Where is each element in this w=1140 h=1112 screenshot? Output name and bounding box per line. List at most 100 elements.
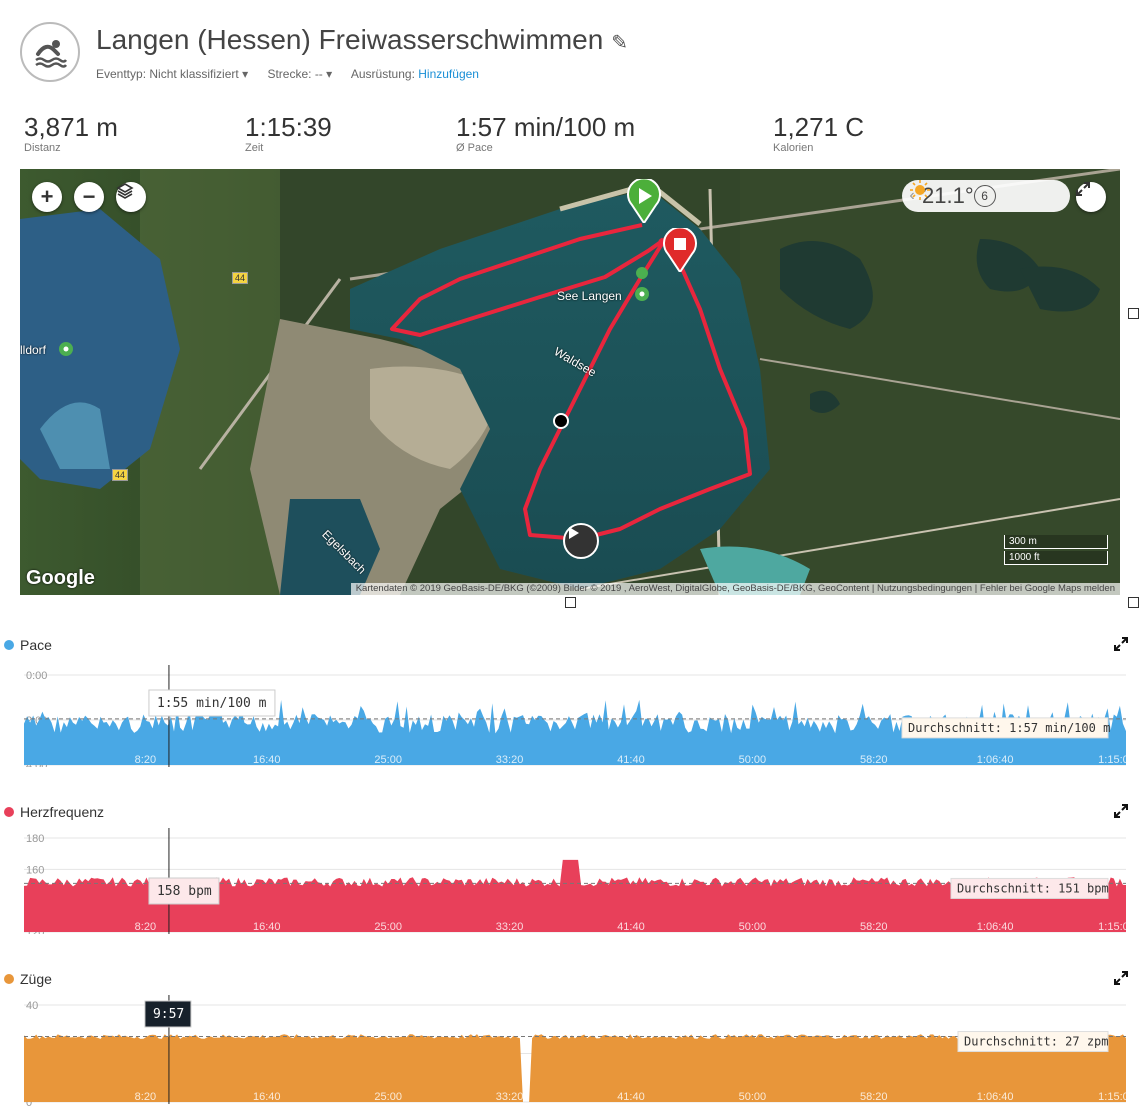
x-tick-label: 1:06:40 [977, 921, 1014, 933]
edit-pencil-icon[interactable]: ✎ [611, 32, 628, 54]
x-tick-label: 58:20 [860, 754, 888, 766]
scale-metric: 300 m [1004, 535, 1108, 549]
scale-imperial: 1000 ft [1004, 551, 1108, 565]
x-tick-label: 25:00 [374, 1091, 402, 1103]
caret-down-icon: ▾ [242, 67, 249, 81]
route-map[interactable]: See Langen Waldsee lldorf Egelsbach 44 4… [20, 169, 1120, 595]
attribution-text: Kartendaten © 2019 GeoBasis-DE/BKG (©200… [355, 583, 870, 594]
activity-header: Langen (Hessen) Freiwasserschwimmen ✎ Eve… [20, 22, 1120, 92]
resize-handle[interactable] [1128, 308, 1139, 319]
strokes-chart: Züge 402008:2016:4025:0033:2041:4050:005… [0, 971, 1140, 1106]
activity-meta: Eventtyp: Nicht klassifiziert ▾ Strecke:… [96, 67, 479, 81]
road-sign-44: 44 [232, 272, 249, 284]
stat-value: 1:15:39 [245, 112, 332, 142]
resize-handle[interactable] [1128, 597, 1139, 608]
x-tick-label: 58:20 [860, 1091, 888, 1103]
average-label: Durchschnitt: 27 zpm [964, 1035, 1109, 1049]
event-type-dropdown[interactable]: Nicht klassifiziert ▾ [149, 67, 248, 81]
weather-widget: ‹ 21.1° 6 [902, 180, 1070, 212]
strokes-plot[interactable]: 402008:2016:4025:0033:2041:4050:0058:201… [0, 971, 1140, 1106]
y-tick-label: 180 [26, 833, 44, 845]
y-tick-label: 0:00 [26, 670, 47, 682]
heart-rate-plot[interactable]: 1801601401208:2016:4025:0033:2041:4050:0… [0, 804, 1140, 934]
x-tick-label: 41:40 [617, 1091, 645, 1103]
add-gear-link[interactable]: Hinzufügen [418, 67, 479, 81]
pace-chart: Pace 0:002:004:008:2016:4025:0033:2041:4… [0, 637, 1140, 767]
stat-label: Ø Pace [456, 142, 493, 154]
x-tick-label: 33:20 [496, 754, 524, 766]
map-attribution: Kartendaten © 2019 GeoBasis-DE/BKG (©200… [350, 583, 1120, 595]
map-label-lake: See Langen [557, 289, 622, 303]
minus-icon: − [82, 184, 96, 209]
stat-label: Distanz [24, 142, 61, 154]
stat-value: 3,871 m [24, 112, 118, 142]
play-button[interactable] [563, 523, 599, 559]
x-tick-label: 41:40 [617, 754, 645, 766]
cursor-tooltip: 9:57 [153, 1007, 184, 1022]
zoom-in-button[interactable]: + [32, 182, 62, 212]
x-tick-label: 1:06:40 [977, 1091, 1014, 1103]
layers-icon [116, 183, 134, 199]
wind-icon: 6 [973, 185, 996, 207]
x-tick-label: 16:40 [253, 921, 281, 933]
event-type-label: Eventtyp: [96, 67, 147, 81]
cursor-tooltip: 158 bpm [157, 884, 212, 899]
stat-label: Kalorien [773, 142, 814, 154]
x-tick-label: 8:20 [135, 1091, 156, 1103]
stat-distance: 3,871 m Distanz [24, 112, 118, 154]
x-tick-label: 1:06:40 [977, 754, 1014, 766]
event-type-value: Nicht klassifiziert [149, 67, 239, 81]
x-tick-label: 41:40 [617, 921, 645, 933]
heart-rate-chart: Herzfrequenz 1801601401208:2016:4025:003… [0, 804, 1140, 934]
end-marker-icon[interactable] [663, 228, 697, 272]
current-position-marker [553, 413, 569, 429]
activity-title: Langen (Hessen) Freiwasserschwimmen ✎ [96, 24, 628, 56]
x-tick-label: 50:00 [739, 921, 767, 933]
x-tick-label: 25:00 [374, 754, 402, 766]
layers-button[interactable] [116, 182, 146, 212]
stat-value: 1:57 min/100 m [456, 112, 636, 142]
road-sign-44: 44 [112, 469, 129, 481]
average-label: Durchschnitt: 1:57 min/100 m [908, 721, 1110, 735]
swimming-icon [20, 22, 80, 82]
caret-down-icon: ▾ [326, 67, 333, 81]
start-marker-icon[interactable] [627, 179, 661, 223]
x-tick-label: 33:20 [496, 1091, 524, 1103]
expand-icon [1076, 182, 1090, 196]
fullscreen-button[interactable] [1076, 182, 1106, 212]
stat-calories: 1,271 C Kalorien [773, 112, 864, 154]
resize-handle[interactable] [565, 597, 576, 608]
zoom-out-button[interactable]: − [74, 182, 104, 212]
x-tick-label: 58:20 [860, 921, 888, 933]
activity-title-text: Langen (Hessen) Freiwasserschwimmen [96, 24, 604, 55]
report-error-link[interactable]: Fehler bei Google Maps melden [980, 583, 1115, 594]
google-logo: Google [26, 567, 95, 589]
pace-plot[interactable]: 0:002:004:008:2016:4025:0033:2041:4050:0… [0, 637, 1140, 767]
x-tick-label: 50:00 [739, 754, 767, 766]
x-tick-label: 1:15:00 [1098, 921, 1135, 933]
course-label: Strecke: [267, 67, 312, 81]
stat-label: Zeit [245, 142, 264, 154]
cursor-tooltip: 1:55 min/100 m [157, 696, 267, 711]
terms-link[interactable]: Nutzungsbedingungen [877, 583, 972, 594]
gear-label: Ausrüstung: [350, 67, 415, 81]
map-label-town: lldorf [20, 343, 47, 357]
stat-value: 1,271 C [773, 112, 865, 142]
x-tick-label: 25:00 [374, 921, 402, 933]
x-tick-label: 33:20 [496, 921, 524, 933]
sun-icon [910, 180, 930, 200]
x-tick-label: 1:15:00 [1098, 754, 1135, 766]
x-tick-label: 16:40 [253, 1091, 281, 1103]
stat-time: 1:15:39 Zeit [245, 112, 332, 154]
y-tick-label: 160 [26, 864, 44, 876]
play-icon [569, 527, 579, 539]
x-tick-label: 50:00 [739, 1091, 767, 1103]
map-scale: 300 m 1000 ft [1004, 535, 1108, 567]
course-dropdown[interactable]: -- ▾ [315, 67, 332, 81]
x-tick-label: 1:15:00 [1098, 1091, 1135, 1103]
x-tick-label: 8:20 [135, 921, 156, 933]
y-tick-label: 40 [26, 1000, 38, 1012]
course-value: -- [314, 67, 323, 81]
stat-pace: 1:57 min/100 m Ø Pace [456, 112, 635, 154]
summary-stats: 3,871 m Distanz 1:15:39 Zeit 1:57 min/10… [24, 112, 1114, 162]
